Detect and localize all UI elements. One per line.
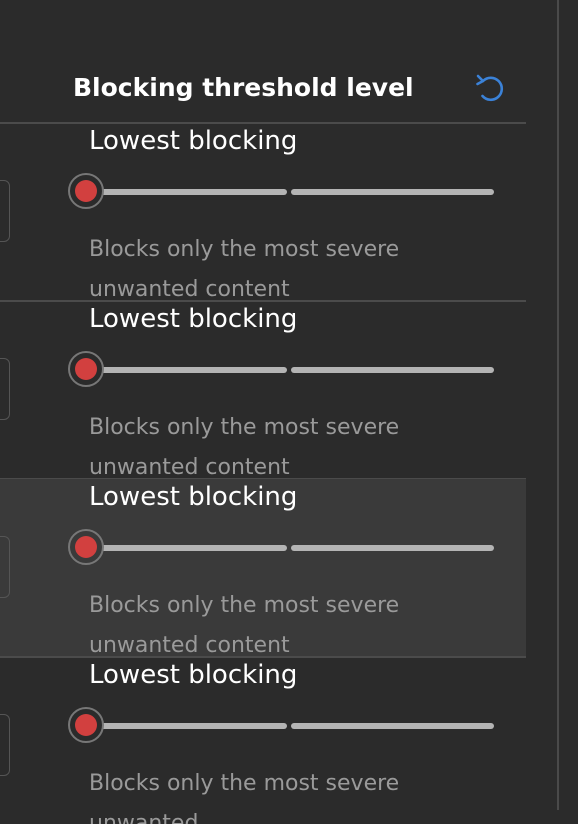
- slider-track-segment: [97, 723, 287, 729]
- slider-track-segment: [291, 367, 494, 373]
- threshold-description: Blocks only the most severe unwanted con…: [89, 237, 400, 302]
- category-dropdown[interactable]: [0, 714, 10, 776]
- slider-track-segment: [291, 545, 494, 551]
- threshold-row: Lowest blocking Blocks only the most sev…: [0, 123, 526, 302]
- threshold-slider[interactable]: [67, 528, 497, 568]
- slider-track-segment: [97, 545, 287, 551]
- slider-thumb[interactable]: [68, 351, 104, 387]
- reset-icon[interactable]: [474, 72, 508, 106]
- threshold-level-label: Lowest blocking: [89, 482, 298, 512]
- threshold-row: Lowest blocking Blocks only the most sev…: [0, 301, 526, 480]
- settings-panel: Blocking threshold level Lowest blocking…: [0, 0, 578, 824]
- scrollbar-track[interactable]: [557, 0, 559, 810]
- threshold-level-label: Lowest blocking: [89, 304, 298, 334]
- threshold-level-label: Lowest blocking: [89, 660, 298, 690]
- slider-thumb[interactable]: [68, 529, 104, 565]
- threshold-description: Blocks only the most severe unwanted con…: [89, 593, 400, 658]
- threshold-row-highlighted: Lowest blocking Blocks only the most sev…: [0, 479, 526, 658]
- threshold-level-label: Lowest blocking: [89, 126, 298, 156]
- threshold-description: Blocks only the most severe unwanted con…: [89, 415, 400, 480]
- threshold-description: Blocks only the most severe unwanted: [89, 771, 400, 824]
- threshold-row: Lowest blocking Blocks only the most sev…: [0, 657, 526, 824]
- category-dropdown[interactable]: [0, 358, 10, 420]
- slider-thumb[interactable]: [68, 707, 104, 743]
- threshold-slider[interactable]: [67, 350, 497, 390]
- category-dropdown[interactable]: [0, 180, 10, 242]
- threshold-slider[interactable]: [67, 172, 497, 212]
- slider-track-segment: [97, 189, 287, 195]
- threshold-slider[interactable]: [67, 706, 497, 746]
- category-dropdown[interactable]: [0, 536, 10, 598]
- slider-thumb[interactable]: [68, 173, 104, 209]
- slider-track-segment: [97, 367, 287, 373]
- column-header-title: Blocking threshold level: [73, 73, 414, 102]
- slider-track-segment: [291, 723, 494, 729]
- slider-track-segment: [291, 189, 494, 195]
